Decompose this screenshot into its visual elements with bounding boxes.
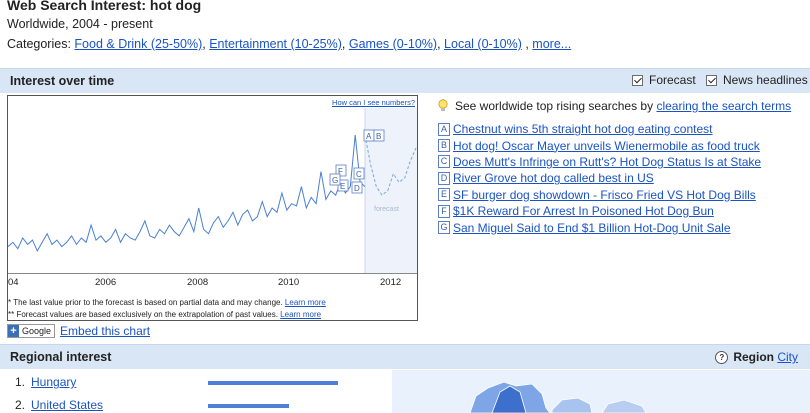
x-tick-2008: 2008 [187,277,209,288]
category-link-local[interactable]: Local (0-10%) [444,37,522,51]
rising-searches-row: See worldwide top rising searches by cle… [437,99,791,113]
chart-marker-a[interactable]: A [363,129,375,142]
categories-label: Categories: [7,37,71,51]
world-map-fragment [469,381,647,413]
news-marker-f: F [438,204,450,218]
region-bar-united-states [208,404,289,408]
news-headlines-list: A Chestnut wins 5th straight hot dog eat… [438,121,761,236]
embed-chart-link[interactable]: Embed this chart [60,324,150,338]
news-link[interactable]: Hot dog! Oscar Mayer unveils Wienermobil… [453,139,760,153]
news-marker-a: A [438,122,450,136]
lightbulb-icon [438,99,448,111]
chart-marker-c[interactable]: C [353,167,365,180]
news-link[interactable]: SF burger dog showdown - Frisco Fried VS… [453,188,756,202]
note-partial-data: * The last value prior to the forecast i… [8,298,283,307]
interest-over-time-title: Interest over time [10,74,115,88]
news-marker-g: G [438,221,450,235]
page-title: Web Search Interest: hot dog [7,0,202,13]
x-tick-2012: 2012 [380,277,402,288]
chart-marker-b[interactable]: B [373,129,385,142]
news-item[interactable]: A Chestnut wins 5th straight hot dog eat… [438,121,761,137]
regional-interest-title: Regional interest [10,350,112,364]
page-subtitle: Worldwide, 2004 - present [7,17,153,31]
region-row-1: 1. Hungary [15,375,76,389]
plus-icon: + [8,325,19,337]
learn-more-link-2[interactable]: Learn more [280,310,321,319]
svg-text:G: G [332,176,338,185]
news-item[interactable]: C Does Mutt's Infringe on Rutt's? Hot Do… [438,154,761,170]
category-link-games[interactable]: Games (0-10%) [349,37,437,51]
help-icon[interactable]: ? [715,350,729,364]
chart-marker-d[interactable]: D [351,181,363,194]
region-row-2: 2. United States [15,398,103,412]
clear-search-terms-link[interactable]: clearing the search terms [656,99,791,113]
forecast-checkbox[interactable] [632,74,643,86]
svg-text:C: C [356,170,362,179]
region-rank: 2. [15,398,26,412]
chart-notes: * The last value prior to the forecast i… [8,297,326,320]
news-marker-e: E [438,188,450,202]
rising-prefix: See worldwide top rising searches by [455,99,654,113]
history-line [8,135,366,253]
news-item[interactable]: F $1K Reward For Arrest In Poisoned Hot … [438,203,761,219]
more-categories-link[interactable]: more... [532,37,571,51]
chart-marker-g[interactable]: G [329,173,341,186]
embed-row: + Google Embed this chart [7,324,150,338]
category-link-food[interactable]: Food & Drink (25-50%) [74,37,202,51]
forecast-watermark: forecast [374,206,399,213]
region-link-hungary[interactable]: Hungary [31,375,76,389]
x-tick-2010: 2010 [278,277,300,288]
categories-row: Categories: Food & Drink (25-50%), Enter… [7,37,572,51]
news-item[interactable]: E SF burger dog showdown - Frisco Fried … [438,187,761,203]
x-axis [8,273,417,274]
news-item[interactable]: B Hot dog! Oscar Mayer unveils Wienermob… [438,137,761,153]
news-headlines-label: News headlines [723,73,808,87]
interest-over-time-bar: Interest over time Forecast News headlin… [0,68,810,93]
svg-text:A: A [366,132,372,141]
forecast-label: Forecast [649,73,696,87]
note-forecast: ** Forecast values are based exclusively… [8,310,278,319]
google-label: Google [22,326,52,336]
x-tick-2006: 2006 [95,277,117,288]
news-marker-b: B [438,139,450,153]
regional-map[interactable] [392,370,810,413]
news-link[interactable]: San Miguel Said to End $1 Billion Hot-Do… [453,221,731,235]
category-link-entertainment[interactable]: Entertainment (10-25%) [209,37,342,51]
news-item[interactable]: G San Miguel Said to End $1 Billion Hot-… [438,219,761,235]
region-bar-hungary [208,381,338,385]
learn-more-link-1[interactable]: Learn more [285,298,326,307]
add-to-google-button[interactable]: + Google [7,324,56,338]
svg-text:D: D [354,184,360,193]
news-link[interactable]: Does Mutt's Infringe on Rutt's? Hot Dog … [453,155,761,169]
interest-plot: forecast A BCDEFG [8,108,417,274]
news-link[interactable]: Chestnut wins 5th straight hot dog eatin… [453,122,713,136]
svg-text:E: E [340,182,345,191]
news-link[interactable]: River Grove hot dog called best in US [453,171,654,185]
news-headlines-checkbox[interactable] [706,74,717,86]
interest-chart: How can I see numbers? forecast ABCDEFG … [7,95,418,321]
how-see-numbers-link[interactable]: How can I see numbers? [332,98,415,107]
city-link[interactable]: City [777,350,798,364]
region-label: Region [733,350,774,364]
news-item[interactable]: D River Grove hot dog called best in US [438,170,761,186]
region-city-switch: ? Region City [715,350,798,364]
x-tick-2004: 04 [8,277,19,288]
news-marker-d: D [438,171,450,185]
forecast-toggle[interactable]: Forecast [632,73,696,87]
regional-interest-bar: Regional interest ? Region City [0,344,810,369]
region-link-united-states[interactable]: United States [31,398,103,412]
news-marker-c: C [438,155,450,169]
region-rank: 1. [15,375,26,389]
news-link[interactable]: $1K Reward For Arrest In Poisoned Hot Do… [453,204,714,218]
svg-text:B: B [376,132,381,141]
news-headlines-toggle[interactable]: News headlines [706,73,808,87]
